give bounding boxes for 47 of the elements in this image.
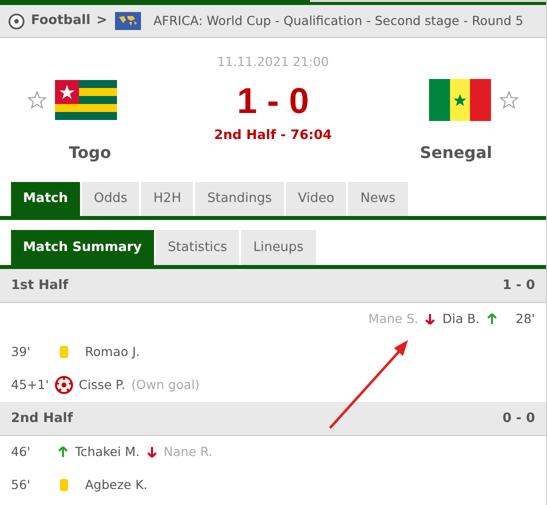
period-score: 0 - 0	[502, 410, 535, 428]
player-name: Agbeze K.	[85, 476, 148, 494]
match-status: 2nd Half - 76:04	[214, 126, 332, 145]
player-in: Tchakei M.	[75, 442, 140, 461]
player-name: Cisse P.	[78, 376, 126, 394]
arrow-down-icon	[146, 446, 157, 458]
player-in: Dia B.	[442, 310, 480, 328]
event-minute: 39'	[11, 342, 32, 361]
arrow-up-icon	[486, 313, 497, 326]
event-minute: 28'	[516, 310, 535, 328]
period-title: 2nd Half	[11, 410, 73, 428]
period-title: 1st Half	[11, 276, 68, 294]
match-score: 1 - 0	[236, 78, 310, 123]
tab[interactable]: Video	[286, 182, 346, 216]
tab[interactable]: Match	[11, 182, 80, 216]
event-note: (Own goal)	[131, 376, 200, 394]
match-date: 11.11.2021 21:00	[217, 53, 329, 71]
event-minute: 56'	[11, 476, 32, 494]
booking-card-icon	[60, 346, 68, 358]
competition-link[interactable]: AFRICA: World Cup - Qualification - Second stage - Round 5	[153, 12, 524, 30]
arrow-up-icon	[58, 446, 68, 458]
subtab[interactable]: Match Summary	[11, 230, 154, 265]
tab[interactable]: Odds	[82, 182, 140, 216]
player-out: Nane R.	[164, 442, 212, 461]
tab[interactable]: News	[348, 182, 408, 216]
team-name[interactable]: Togo	[68, 140, 112, 165]
breadcrumb-separator: >	[96, 12, 108, 30]
period-score: 1 - 0	[502, 276, 535, 294]
favorite-star-icon[interactable]	[27, 90, 47, 110]
flag-icon	[55, 80, 117, 120]
own-goal-ball-icon	[54, 376, 73, 394]
subtab[interactable]: Statistics	[156, 230, 240, 265]
subtab[interactable]: Lineups	[241, 230, 316, 265]
tab[interactable]: Standings	[195, 182, 284, 216]
sport-link[interactable]: Football	[31, 11, 90, 31]
world-map-icon	[115, 12, 142, 30]
player-name: Romao J.	[85, 342, 140, 361]
team-name[interactable]: Senegal	[420, 140, 492, 165]
favorite-star-icon[interactable]	[499, 90, 519, 110]
booking-card-icon	[60, 479, 68, 492]
arrow-down-icon	[425, 313, 436, 326]
event-minute: 45+1'	[11, 376, 49, 394]
event-minute: 46'	[11, 442, 32, 461]
player-out: Mane S.	[368, 310, 418, 328]
tab[interactable]: H2H	[141, 182, 194, 216]
flag-icon	[429, 78, 491, 121]
football-icon	[8, 12, 25, 30]
